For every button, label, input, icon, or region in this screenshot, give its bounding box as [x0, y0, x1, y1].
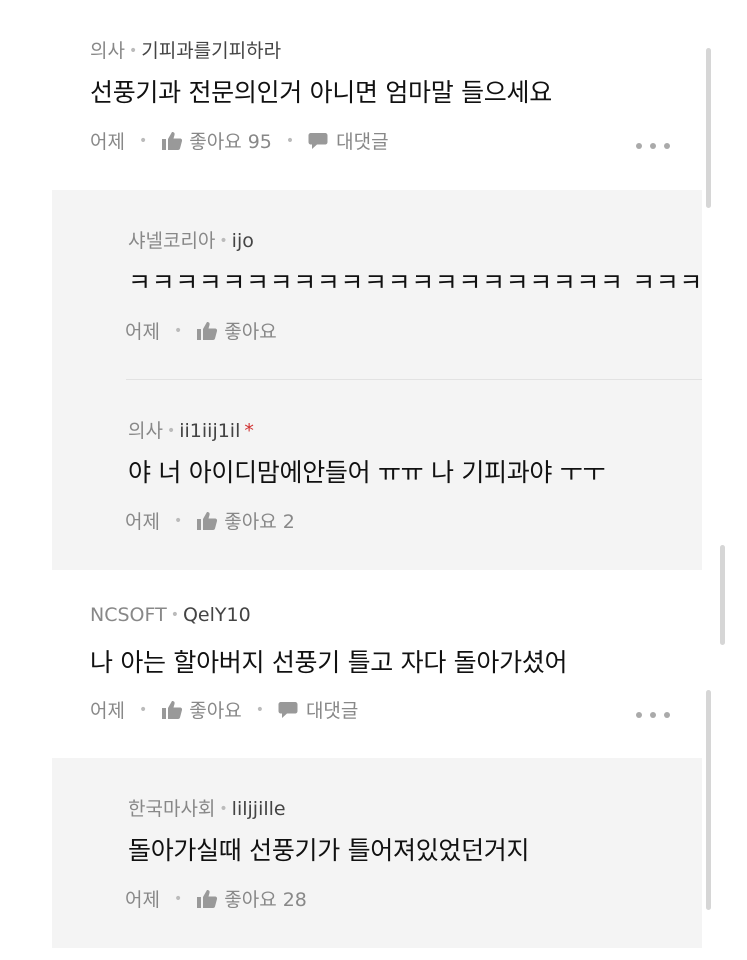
comment-actions: 어제 • 좋아요 2: [125, 507, 295, 534]
like-count: 좋아요 28: [224, 889, 307, 911]
like-button[interactable]: 좋아요 2: [196, 507, 295, 534]
scrollbar[interactable]: [720, 545, 725, 645]
comment-time: 어제: [125, 321, 160, 343]
more-options-icon[interactable]: [636, 710, 670, 720]
separator-dot: •: [173, 322, 183, 339]
comment-actions: 어제 • 좋아요: [125, 317, 277, 344]
speech-bubble-icon: [308, 132, 328, 149]
scrollbar[interactable]: [706, 690, 711, 910]
separator-dot: •: [138, 701, 148, 718]
comment-text: 야 너 아이디맘에안들어 ㅠㅠ 나 기피과야 ㅜㅜ: [128, 458, 606, 487]
like-button[interactable]: 좋아요 95: [161, 127, 272, 154]
author-nickname[interactable]: 기피과를기피하라: [141, 40, 281, 62]
separator-dot: •: [128, 43, 138, 59]
author-nickname[interactable]: ii1iij1il: [179, 420, 240, 442]
comment-actions: 어제 • 좋아요 • 대댓글: [90, 696, 358, 723]
comment-author: 한국마사회 • liljjille: [128, 794, 286, 821]
thumbs-up-icon: [162, 131, 183, 150]
thumbs-up-icon: [197, 511, 218, 530]
thumbs-up-icon: [197, 321, 218, 340]
comment-top-1: 의사 • 기피과를기피하라 선풍기과 전문의인거 아니면 엄마말 들으세요 어제 •…: [0, 0, 747, 190]
separator-dot: •: [138, 132, 148, 149]
more-options-icon[interactable]: [636, 141, 670, 151]
author-company: 의사: [128, 420, 163, 442]
comment-top-2: NCSOFT • QelY10 나 아는 할아버지 선풍기 틀고 자다 돌아가셨어 …: [0, 570, 747, 758]
comment-text: 선풍기과 전문의인거 아니면 엄마말 들으세요: [90, 78, 552, 107]
reply-block: 한국마사회 • liljjille 돌아가실때 선풍기가 틀어져있었던거지 어제 •…: [52, 758, 702, 948]
author-company: 의사: [90, 40, 125, 62]
like-count: 좋아요 95: [189, 131, 272, 153]
author-star-mark: *: [244, 420, 254, 442]
author-company: 한국마사회: [128, 798, 216, 820]
separator-dot: •: [219, 233, 228, 249]
comment-author: 샤넬코리아 • ijo: [128, 226, 254, 253]
scrollbar[interactable]: [706, 48, 711, 208]
comment-author: 의사 • ii1iij1il *: [128, 416, 254, 443]
reply-block: 샤넬코리아 • ijo ㅋㅋㅋㅋㅋㅋㅋㅋㅋㅋㅋㅋㅋㅋㅋㅋㅋㅋㅋㅋㅋ ㅋㅋㅋ 어제 •…: [52, 190, 702, 570]
comment-time: 어제: [125, 511, 160, 533]
separator-dot: •: [255, 701, 264, 718]
author-nickname[interactable]: QelY10: [183, 604, 251, 626]
like-button[interactable]: 좋아요 28: [196, 885, 307, 912]
reply-label: 대댓글: [336, 131, 389, 153]
comment-author: NCSOFT • QelY10: [90, 604, 251, 626]
like-button[interactable]: 좋아요: [196, 317, 277, 344]
author-nickname[interactable]: ijo: [232, 230, 254, 252]
separator-dot: •: [166, 423, 176, 439]
reply-divider: [126, 379, 702, 380]
comment-text: 돌아가실때 선풍기가 틀어져있었던거지: [128, 836, 530, 865]
separator-dot: •: [173, 890, 183, 907]
comment-time: 어제: [90, 700, 125, 722]
comment-actions: 어제 • 좋아요 28: [125, 885, 307, 912]
comment-actions: 어제 • 좋아요 95 • 대댓글: [90, 127, 389, 154]
comment-text: ㅋㅋㅋㅋㅋㅋㅋㅋㅋㅋㅋㅋㅋㅋㅋㅋㅋㅋㅋㅋㅋ ㅋㅋㅋ: [128, 268, 703, 297]
like-button[interactable]: 좋아요: [161, 696, 242, 723]
comment-author: 의사 • 기피과를기피하라: [90, 36, 281, 63]
reply-label: 대댓글: [305, 700, 359, 722]
thumbs-up-icon: [162, 700, 183, 719]
separator-dot: •: [219, 801, 228, 817]
separator-dot: •: [173, 512, 183, 529]
speech-bubble-icon: [278, 701, 298, 718]
separator-dot: •: [285, 132, 295, 149]
like-count: 좋아요: [224, 321, 277, 343]
author-company: NCSOFT: [90, 604, 167, 626]
reply-button[interactable]: 대댓글: [308, 127, 389, 154]
author-company: 샤넬코리아: [128, 230, 216, 252]
reply-button[interactable]: 대댓글: [278, 696, 358, 723]
author-nickname[interactable]: liljjille: [232, 798, 286, 820]
thumbs-up-icon: [197, 889, 218, 908]
comment-time: 어제: [125, 889, 160, 911]
separator-dot: •: [170, 607, 179, 623]
like-count: 좋아요: [189, 700, 242, 722]
like-count: 좋아요 2: [224, 511, 295, 533]
comment-text: 나 아는 할아버지 선풍기 틀고 자다 돌아가셨어: [90, 648, 568, 677]
comment-time: 어제: [90, 131, 125, 153]
